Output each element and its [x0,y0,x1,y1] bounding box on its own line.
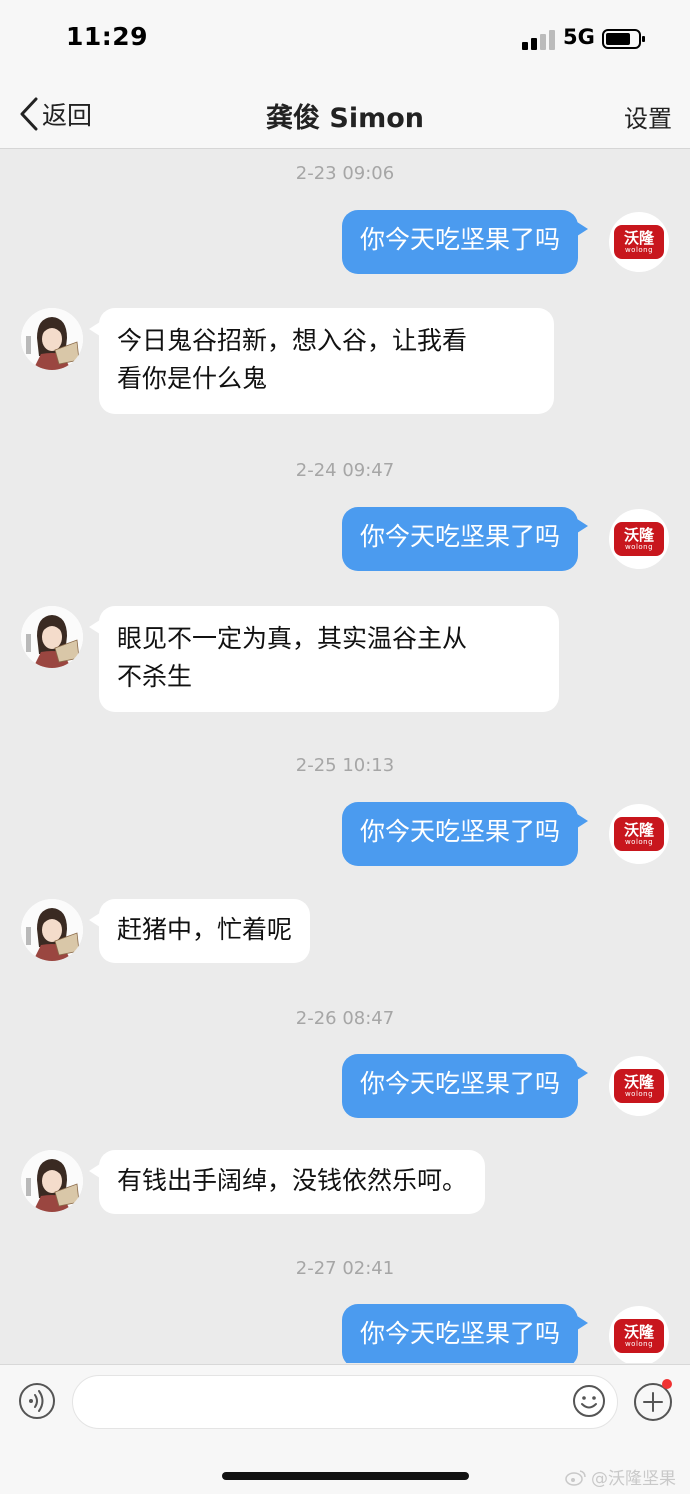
contact-avatar[interactable] [21,899,83,961]
contact-portrait-icon [21,606,83,668]
wolong-logo-icon: 沃隆 wolong [614,817,664,851]
message-timestamp: 2-23 09:06 [295,163,395,184]
nav-bar: 返回 龚俊 Simon 设置 [0,80,690,149]
wolong-logo-icon: 沃隆 wolong [614,1069,664,1103]
signal-strength-icon [522,30,555,50]
notification-dot [662,1379,672,1389]
brand-avatar[interactable]: 沃隆 wolong [609,509,669,569]
contact-portrait-icon [21,899,83,961]
voice-input-icon[interactable] [18,1382,56,1420]
status-time: 11:29 [66,22,149,51]
chat-area[interactable]: 2-23 09:06 你今天吃坚果了吗 沃隆 wolong 今日鬼谷招新，想入谷，… [0,149,690,1363]
network-type: 5G [563,25,595,49]
brand-avatar[interactable]: 沃隆 wolong [609,804,669,864]
home-indicator[interactable] [222,1472,469,1480]
message-timestamp: 2-27 02:41 [295,1258,395,1279]
battery-icon [602,29,645,49]
status-bar: 11:29 5G [0,0,690,80]
outgoing-message[interactable]: 你今天吃坚果了吗 [342,1054,589,1118]
message-timestamp: 2-24 09:47 [295,460,395,481]
wolong-logo-icon: 沃隆 wolong [614,225,664,259]
weibo-icon [565,1469,586,1486]
incoming-message[interactable]: 赶猪中，忙着呢 [88,899,311,963]
incoming-message[interactable]: 眼见不一定为真，其实温谷主从 不杀生 [89,606,559,712]
contact-portrait-icon [21,1150,83,1212]
contact-portrait-icon [21,308,83,370]
message-timestamp: 2-25 10:13 [295,755,395,776]
wolong-logo-icon: 沃隆 wolong [614,1319,664,1353]
outgoing-message[interactable]: 你今天吃坚果了吗 [342,507,589,571]
outgoing-message[interactable]: 你今天吃坚果了吗 [342,1304,589,1363]
outgoing-message[interactable]: 你今天吃坚果了吗 [342,210,589,274]
settings-button[interactable]: 设置 [624,99,672,134]
contact-avatar[interactable] [21,606,83,668]
incoming-message[interactable]: 有钱出手阔绰，没钱依然乐呵。 [88,1150,486,1214]
message-timestamp: 2-26 08:47 [295,1008,395,1029]
page-title: 龚俊 Simon [265,103,424,134]
wolong-logo-icon: 沃隆 wolong [614,522,664,556]
contact-avatar[interactable] [21,308,83,370]
watermark: @沃隆坚果 [565,1464,676,1489]
emoji-icon[interactable] [572,1384,606,1418]
brand-avatar[interactable]: 沃隆 wolong [609,212,669,272]
message-input[interactable] [72,1375,618,1429]
contact-avatar[interactable] [21,1150,83,1212]
incoming-message[interactable]: 今日鬼谷招新，想入谷，让我看 看你是什么鬼 [89,308,554,414]
outgoing-message[interactable]: 你今天吃坚果了吗 [342,802,589,866]
brand-avatar[interactable]: 沃隆 wolong [609,1306,669,1363]
brand-avatar[interactable]: 沃隆 wolong [609,1056,669,1116]
